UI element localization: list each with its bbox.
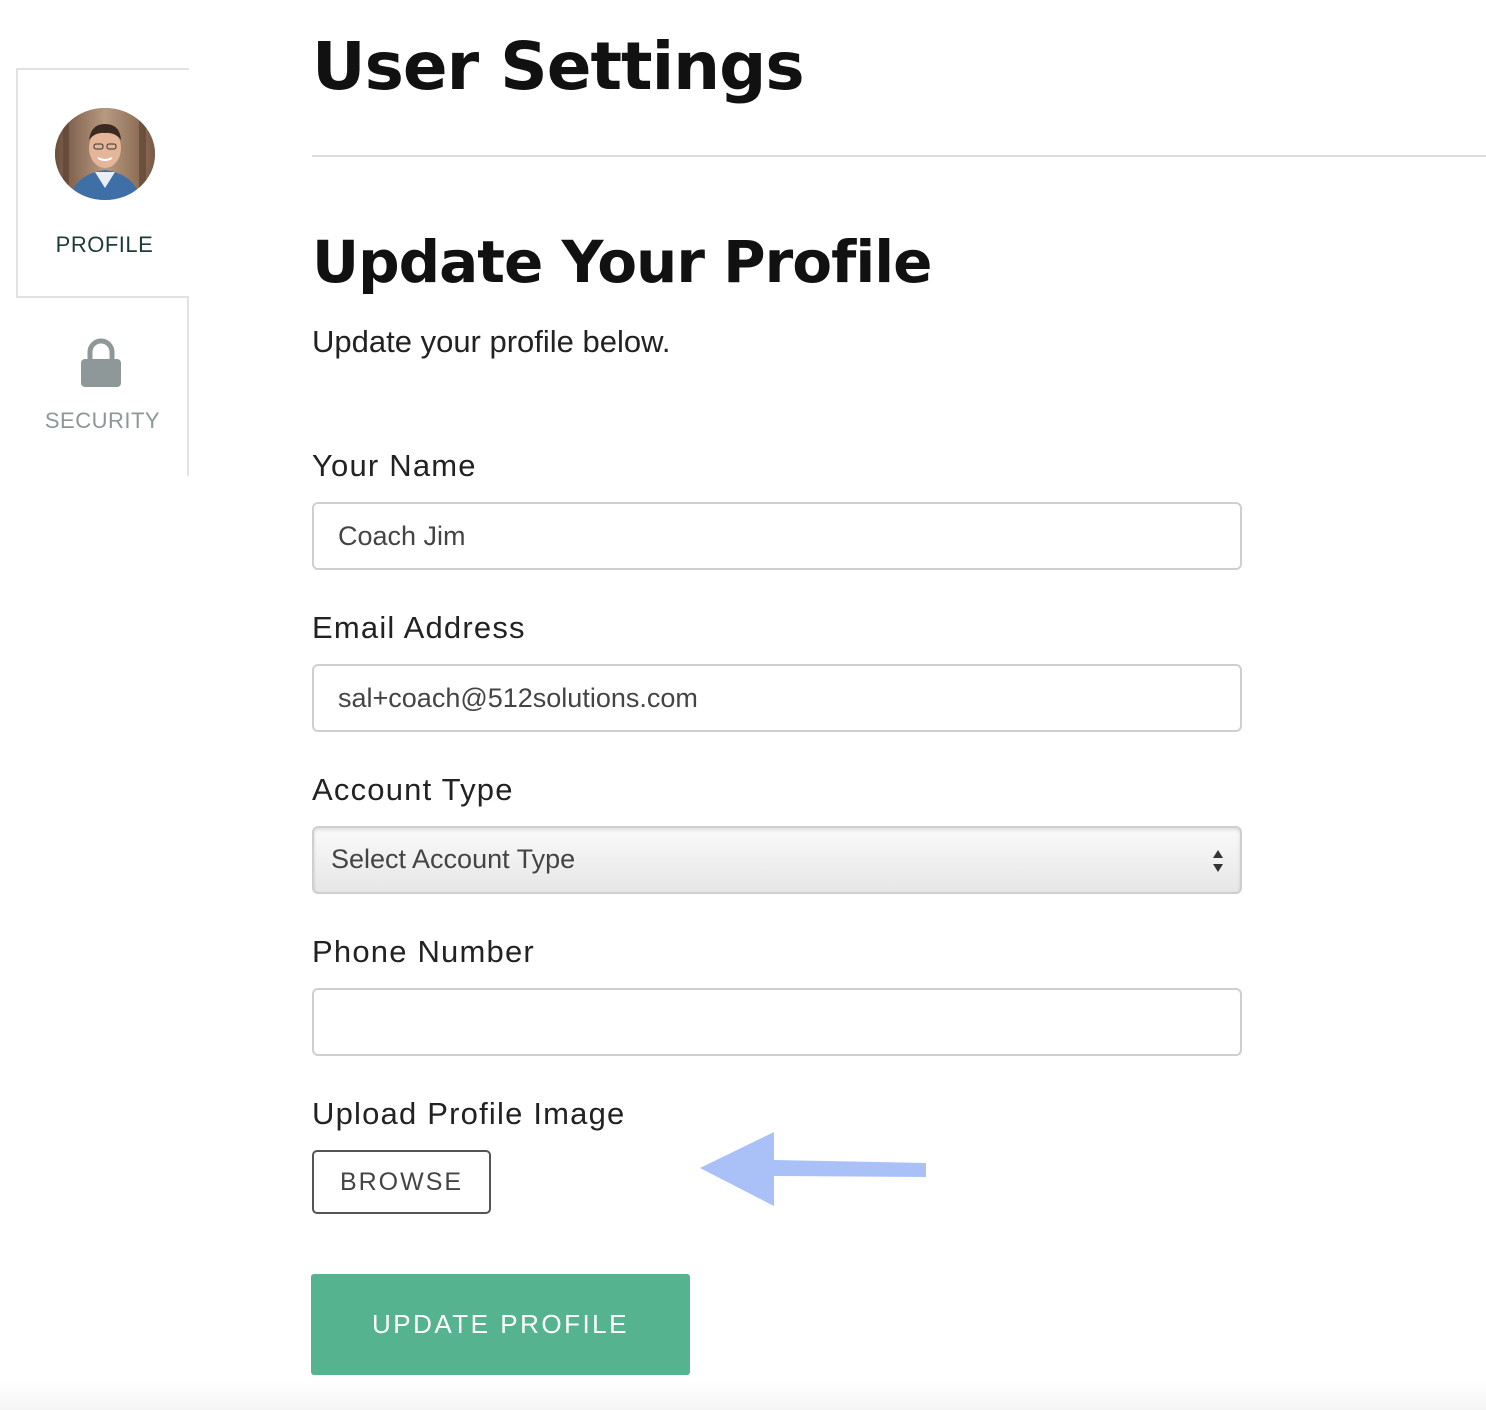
update-profile-button[interactable]: UPDATE PROFILE — [311, 1274, 690, 1375]
avatar — [55, 108, 155, 200]
phone-input[interactable] — [312, 988, 1242, 1056]
name-input[interactable] — [312, 502, 1242, 570]
account-type-label: Account Type — [312, 772, 514, 807]
tab-security[interactable]: SECURITY — [16, 298, 189, 476]
lock-icon — [81, 338, 121, 387]
page-title: User Settings — [312, 28, 805, 105]
account-type-select[interactable]: Select Account Type — [312, 826, 1242, 894]
annotation-arrow-icon — [700, 1132, 926, 1206]
name-label: Your Name — [312, 448, 477, 483]
upload-image-label: Upload Profile Image — [312, 1096, 626, 1131]
browse-button[interactable]: BROWSE — [312, 1150, 491, 1214]
header-divider — [312, 155, 1486, 157]
settings-sidebar: PROFILE SECURITY — [16, 68, 189, 476]
phone-label: Phone Number — [312, 934, 535, 969]
email-label: Email Address — [312, 610, 526, 645]
email-input[interactable] — [312, 664, 1242, 732]
section-subtitle: Update your profile below. — [312, 324, 671, 359]
section-title: Update Your Profile — [312, 228, 932, 296]
tab-security-label: SECURITY — [44, 408, 161, 433]
account-type-selected-value: Select Account Type — [331, 844, 576, 874]
tab-profile[interactable]: PROFILE — [16, 68, 189, 298]
tab-profile-label: PROFILE — [55, 232, 154, 257]
select-arrows-icon — [1213, 850, 1223, 872]
avatar-photo — [55, 108, 155, 200]
page-bottom-edge — [0, 1380, 1486, 1410]
